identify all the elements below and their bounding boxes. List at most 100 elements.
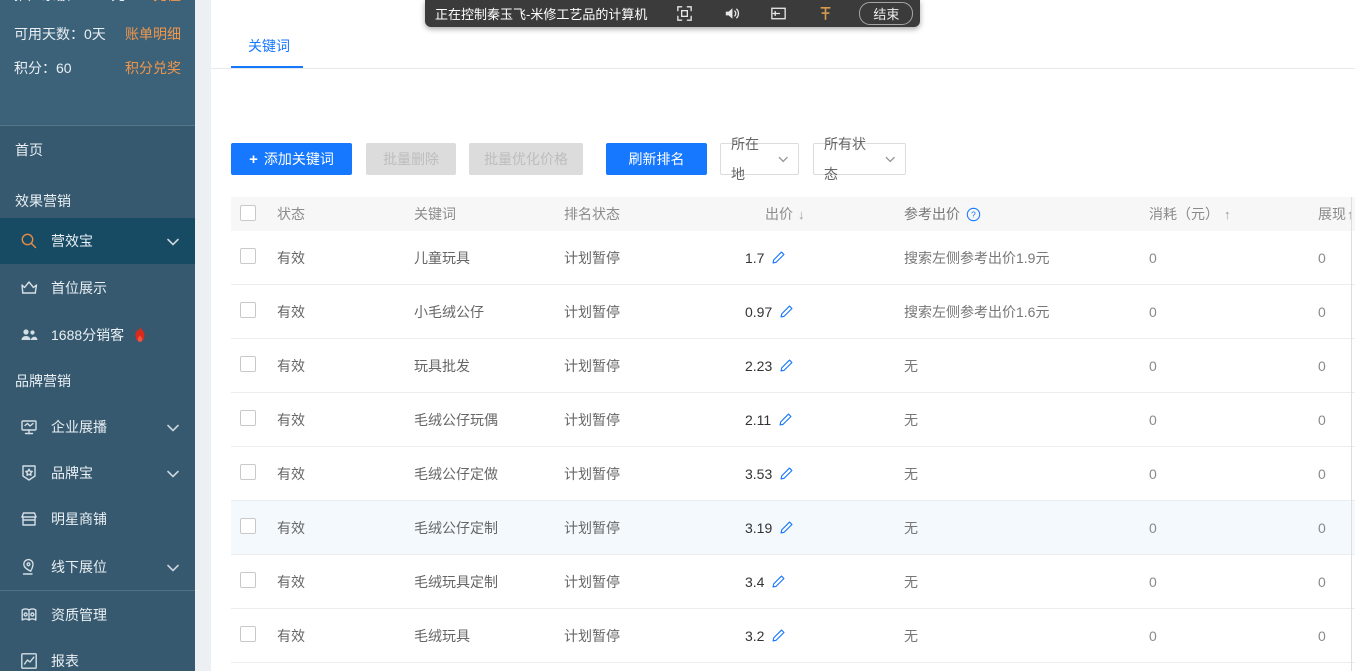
row-keyword: 毛绒公仔玩偶 xyxy=(414,410,564,430)
sidebar-item-top-display[interactable]: 首位展示 xyxy=(0,265,195,311)
sidebar-item-yingxiaobao[interactable]: 营效宝 xyxy=(0,218,195,264)
pushpin-icon[interactable] xyxy=(816,4,835,24)
tab-bottom-hairline xyxy=(211,68,1355,69)
sidebar-item-1688-fenxiaoke[interactable]: 1688分销客 xyxy=(0,312,195,358)
bill-detail-link[interactable]: 账单明细 xyxy=(125,24,181,44)
main-content: 关键词 +添加关键词 批量删除 批量优化价格 刷新排名 所在地 所有状态 状态 xyxy=(211,0,1355,671)
row-keyword: 儿童玩具 xyxy=(414,248,564,268)
header-keyword[interactable]: 关键词 xyxy=(414,204,564,224)
row-ref-bid: 搜索左侧参考出价1.9元 xyxy=(904,248,1147,268)
batch-delete-button[interactable]: 批量删除 xyxy=(366,143,456,175)
sidebar-item-effect-marketing[interactable]: 效果营销 xyxy=(0,187,195,215)
edit-bid-pencil-icon[interactable] xyxy=(771,628,786,643)
edit-bid-pencil-icon[interactable] xyxy=(779,466,794,481)
sidebar-item-label: 企业展播 xyxy=(51,417,107,437)
speaker-icon[interactable] xyxy=(722,4,741,24)
row-rank-status: 计划暂停 xyxy=(564,356,732,376)
row-impressions: 0 xyxy=(1317,520,1355,536)
row-checkbox[interactable] xyxy=(240,626,256,642)
chevron-down-icon xyxy=(167,465,179,481)
table-row: 有效 小毛绒公仔 计划暂停 0.97 搜索左侧参考出价1.6元 0 0 xyxy=(231,285,1355,339)
header-cost[interactable]: 消耗（元） ↑ xyxy=(1147,204,1317,224)
row-checkbox[interactable] xyxy=(240,518,256,534)
row-checkbox[interactable] xyxy=(240,356,256,372)
edit-bid-pencil-icon[interactable] xyxy=(779,520,794,535)
header-rank-status[interactable]: 排名状态 xyxy=(564,204,732,224)
table-row: 有效 毛绒公仔玩偶 计划暂停 2.11 无 0 0 xyxy=(231,393,1355,447)
row-rank-status: 计划暂停 xyxy=(564,248,732,268)
header-bid[interactable]: 出价 ↓ xyxy=(732,204,904,224)
fullscreen-icon[interactable] xyxy=(675,4,694,24)
chevron-down-icon xyxy=(778,156,788,163)
header-ref-bid[interactable]: 参考出价 ? xyxy=(904,204,1147,224)
row-cost: 0 xyxy=(1147,466,1317,482)
sidebar-item-pinpaibao[interactable]: 品牌宝 xyxy=(0,450,195,496)
row-checkbox[interactable] xyxy=(240,410,256,426)
select-all-checkbox[interactable] xyxy=(240,205,256,221)
row-keyword: 小毛绒公仔 xyxy=(414,302,564,322)
edit-bid-pencil-icon[interactable] xyxy=(779,358,794,373)
sidebar-item-label: 资质管理 xyxy=(51,605,107,625)
points-redeem-link[interactable]: 积分兑奖 xyxy=(125,58,181,78)
sidebar-item-enterprise-display[interactable]: 企业展播 xyxy=(0,404,195,450)
sort-asc-arrow-icon[interactable]: ↑ xyxy=(1224,207,1231,222)
crown-icon xyxy=(18,277,40,299)
row-keyword: 玩具批发 xyxy=(414,356,564,376)
row-bid-value: 3.53 xyxy=(745,466,772,482)
chevron-down-icon xyxy=(167,233,179,249)
sidebar-item-offline-booth[interactable]: 线下展位 xyxy=(0,544,195,590)
row-status: 有效 xyxy=(277,572,414,592)
sidebar-item-label: 首页 xyxy=(15,140,43,160)
header-impressions[interactable]: 展现 ↑ xyxy=(1317,204,1355,224)
sidebar: 推广余额：0.00元 充值 可用天数：0天 账单明细 积分：60 积分兑奖 首页… xyxy=(0,0,195,671)
edit-bid-pencil-icon[interactable] xyxy=(778,412,793,427)
row-rank-status: 计划暂停 xyxy=(564,464,732,484)
row-impressions: 0 xyxy=(1317,250,1355,266)
edit-bid-pencil-icon[interactable] xyxy=(771,574,786,589)
row-status: 有效 xyxy=(277,410,414,430)
row-checkbox[interactable] xyxy=(240,248,256,264)
sort-desc-arrow-icon[interactable]: ↓ xyxy=(798,207,805,222)
edit-bid-pencil-icon[interactable] xyxy=(771,250,786,265)
add-keyword-button[interactable]: +添加关键词 xyxy=(231,143,352,175)
row-rank-status: 计划暂停 xyxy=(564,410,732,430)
refresh-rank-button[interactable]: 刷新排名 xyxy=(606,143,707,175)
row-status: 有效 xyxy=(277,518,414,538)
account-points-row: 积分：60 积分兑奖 xyxy=(0,58,195,78)
table-right-border xyxy=(1351,197,1352,671)
balance-label: 推广余额：0.00元 xyxy=(14,0,125,5)
edit-bid-pencil-icon[interactable] xyxy=(779,304,794,319)
sidebar-item-label: 品牌营销 xyxy=(15,371,71,391)
sidebar-item-star-shop[interactable]: 明星商铺 xyxy=(0,496,195,542)
table-row: 有效 毛绒玩具 计划暂停 3.2 无 0 0 xyxy=(231,609,1355,663)
badge-star-icon xyxy=(18,462,40,484)
header-status[interactable]: 状态 xyxy=(277,204,414,224)
row-checkbox[interactable] xyxy=(240,464,256,480)
row-cost: 0 xyxy=(1147,574,1317,590)
help-question-icon[interactable]: ? xyxy=(966,207,981,222)
batch-optimize-button[interactable]: 批量优化价格 xyxy=(469,143,583,175)
sidebar-item-report[interactable]: 报表 xyxy=(0,638,195,671)
end-session-button[interactable]: 结束 xyxy=(859,2,913,25)
sidebar-item-home[interactable]: 首页 xyxy=(0,136,195,164)
annotation-window-icon[interactable] xyxy=(769,4,788,24)
row-checkbox[interactable] xyxy=(240,302,256,318)
sidebar-item-brand-marketing[interactable]: 品牌营销 xyxy=(0,367,195,395)
status-filter-dropdown[interactable]: 所有状态 xyxy=(813,143,906,175)
row-bid-value: 3.2 xyxy=(745,628,764,644)
tab-keywords[interactable]: 关键词 xyxy=(248,36,290,56)
row-impressions: 0 xyxy=(1317,412,1355,428)
add-keyword-label: 添加关键词 xyxy=(264,151,334,167)
table-row: 有效 毛绒公仔定制 计划暂停 3.19 无 0 0 xyxy=(231,501,1355,555)
sidebar-item-qualification[interactable]: 资质管理 xyxy=(0,592,195,638)
recharge-link[interactable]: 充值 xyxy=(153,0,181,5)
row-status: 有效 xyxy=(277,626,414,646)
sidebar-item-label: 报表 xyxy=(51,651,79,671)
content-gap-strip xyxy=(195,0,211,671)
sidebar-item-label: 品牌宝 xyxy=(51,463,93,483)
row-checkbox[interactable] xyxy=(240,572,256,588)
account-balance-row: 推广余额：0.00元 充值 xyxy=(0,0,195,5)
table-row: 有效 玩具批发 计划暂停 2.23 无 0 0 xyxy=(231,339,1355,393)
header-impressions-label: 展现 xyxy=(1318,204,1346,224)
location-filter-dropdown[interactable]: 所在地 xyxy=(720,143,799,175)
